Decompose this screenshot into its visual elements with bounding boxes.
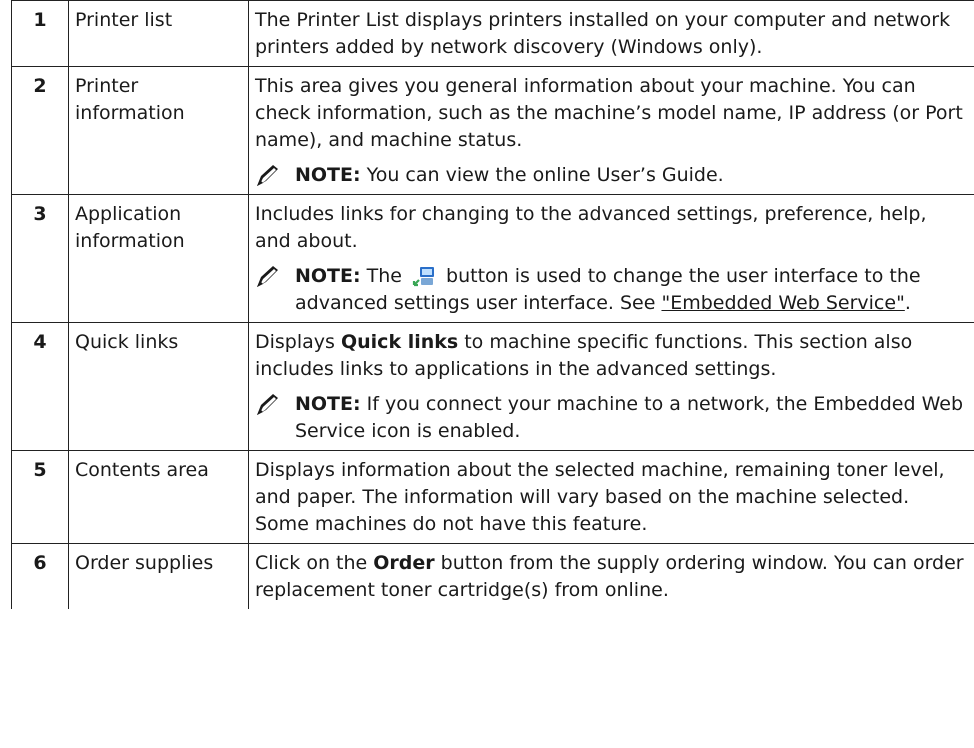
note-body: If you connect your machine to a network… (295, 393, 963, 442)
row-number: 3 (11, 194, 69, 323)
feature-table: 1 Printer list The Printer List displays… (11, 0, 974, 609)
order-button-term: Order (373, 552, 435, 574)
note-block: NOTE: You can view the online User’s Gui… (255, 162, 968, 189)
description-part: Displays (255, 331, 341, 353)
table-row: 3 Application information Includes links… (11, 194, 974, 323)
row-description: This area gives you general information … (248, 66, 974, 195)
note-text: NOTE: The button is used to change the u… (295, 263, 968, 317)
row-number: 4 (11, 322, 69, 451)
description-text: Displays Quick links to machine specific… (255, 329, 968, 383)
note-text: NOTE: If you connect your machine to a n… (295, 391, 968, 445)
row-number: 6 (11, 543, 69, 609)
row-label: Application information (68, 194, 249, 323)
embedded-web-service-link[interactable]: "Embedded Web Service" (661, 292, 904, 314)
pencil-note-icon (257, 165, 278, 186)
row-label: Contents area (68, 450, 249, 544)
description-text: The Printer List displays printers insta… (255, 9, 951, 58)
note-block: NOTE: If you connect your machine to a n… (255, 391, 968, 445)
note-label: NOTE: (295, 265, 361, 287)
note-end: . (904, 292, 911, 314)
row-description: Displays Quick links to machine specific… (248, 322, 974, 451)
note-text: NOTE: You can view the online User’s Gui… (295, 162, 968, 189)
pencil-note-icon (257, 266, 278, 287)
table-row: 2 Printer information This area gives yo… (11, 66, 974, 195)
row-description: Displays information about the selected … (248, 450, 974, 544)
table-row: 5 Contents area Displays information abo… (11, 450, 974, 544)
note-block: NOTE: The button is used to change the u… (255, 263, 968, 317)
row-number: 2 (11, 66, 69, 195)
row-number: 1 (11, 0, 69, 67)
document-page: 1 Printer list The Printer List displays… (0, 0, 974, 748)
note-body: You can view the online User’s Guide. (360, 164, 724, 186)
row-label: Order supplies (68, 543, 249, 609)
quick-links-term: Quick links (340, 331, 459, 353)
table-row: 1 Printer list The Printer List displays… (11, 0, 974, 67)
description-text: Displays information about the selected … (255, 459, 945, 535)
row-description: Includes links for changing to the advan… (248, 194, 974, 323)
description-text: This area gives you general information … (255, 75, 963, 151)
note-body: The (360, 265, 409, 287)
row-label: Quick links (68, 322, 249, 451)
note-label: NOTE: (295, 393, 361, 415)
row-label: Printer list (68, 0, 249, 67)
description-part: Click on the (255, 552, 374, 574)
table-row: 4 Quick links Displays Quick links to ma… (11, 322, 974, 451)
pencil-note-icon (257, 394, 278, 415)
row-label: Printer information (68, 66, 249, 195)
note-label: NOTE: (295, 164, 361, 186)
row-number: 5 (11, 450, 69, 544)
row-description: The Printer List displays printers insta… (248, 0, 974, 67)
table-row: 6 Order supplies Click on the Order butt… (11, 543, 974, 609)
row-description: Click on the Order button from the suppl… (248, 543, 974, 609)
advanced-settings-switch-icon (412, 267, 435, 287)
description-text: Includes links for changing to the advan… (255, 203, 927, 252)
